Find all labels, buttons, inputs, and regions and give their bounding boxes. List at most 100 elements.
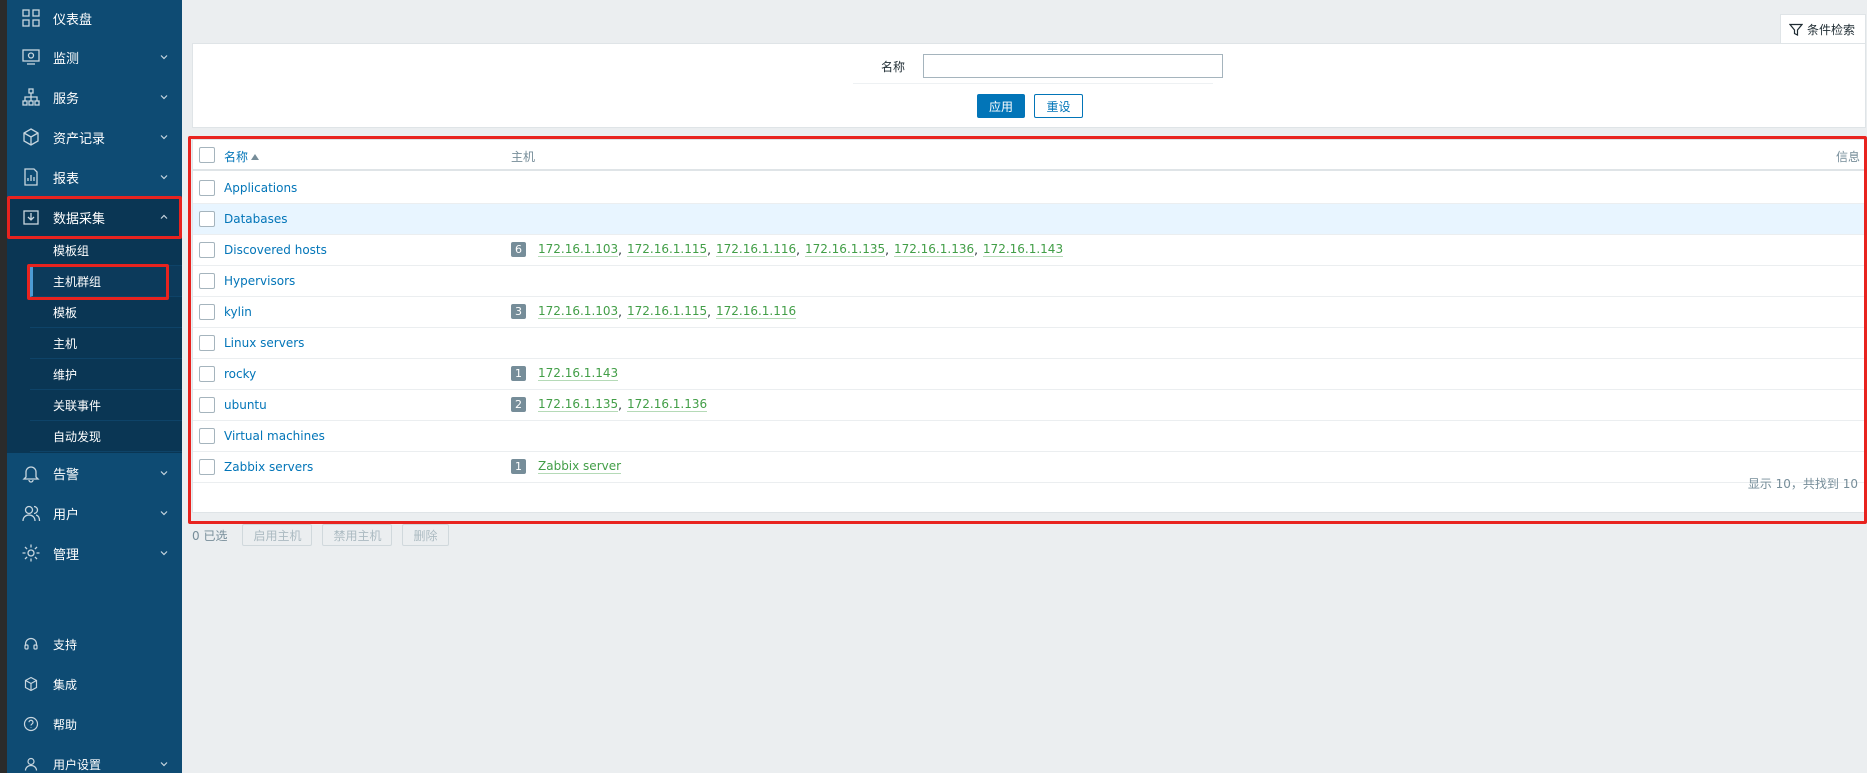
host-link[interactable]: 172.16.1.116	[715, 242, 797, 257]
row-checkbox[interactable]	[199, 273, 215, 289]
table-row: rocky 1 172.16.1.143	[193, 359, 1864, 390]
host-link[interactable]: 172.16.1.143	[538, 366, 619, 381]
host-group-name-link[interactable]: Databases	[224, 212, 288, 226]
submenu-event-correlation-label: 关联事件	[53, 398, 102, 413]
nav-monitoring-label: 监测	[53, 51, 80, 67]
host-group-name-link[interactable]: Hypervisors	[224, 274, 295, 288]
nav-help[interactable]: 帮助	[7, 706, 182, 742]
submenu-templates[interactable]: 模板	[30, 297, 182, 328]
host-group-name-link[interactable]: kylin	[224, 305, 252, 319]
column-info-header: 信息	[1835, 150, 1860, 164]
nav-administration-label: 管理	[53, 547, 80, 563]
reset-button[interactable]: 重设	[1034, 94, 1083, 118]
host-group-name-link[interactable]: Discovered hosts	[224, 243, 327, 257]
submenu-template-groups[interactable]: 模板组	[30, 235, 182, 266]
nav-monitoring[interactable]: 监测	[7, 37, 182, 77]
host-count-badge[interactable]: 2	[511, 397, 526, 412]
table-row: Applications	[193, 173, 1864, 204]
host-link[interactable]: Zabbix server	[538, 459, 622, 474]
host-count-badge[interactable]: 6	[511, 242, 526, 257]
nav-users[interactable]: 用户	[7, 493, 182, 533]
submenu-host-groups[interactable]: 主机群组	[30, 266, 182, 297]
row-checkbox[interactable]	[199, 335, 215, 351]
window-edge	[0, 0, 7, 773]
row-checkbox[interactable]	[199, 304, 215, 320]
host-link[interactable]: 172.16.1.115	[626, 304, 708, 319]
select-all-checkbox[interactable]	[199, 147, 215, 163]
nav-user-settings[interactable]: 用户设置	[7, 746, 182, 773]
host-separator: ,	[974, 242, 978, 257]
submenu-hosts[interactable]: 主机	[30, 328, 182, 359]
host-count-badge[interactable]: 1	[511, 459, 526, 474]
hosts-cell: 2 172.16.1.135, 172.16.1.136	[511, 397, 708, 412]
chevron-down-icon	[160, 511, 168, 516]
table-row: Databases	[193, 204, 1864, 235]
host-link[interactable]: 172.16.1.135	[538, 397, 619, 412]
filter-name-input[interactable]	[923, 54, 1223, 78]
submenu-discovery[interactable]: 自动发现	[30, 421, 182, 452]
filter-tab[interactable]: 条件检索	[1780, 14, 1866, 44]
host-link[interactable]: 172.16.1.116	[715, 304, 797, 319]
submenu-event-correlation[interactable]: 关联事件	[30, 390, 182, 421]
host-link[interactable]: 172.16.1.143	[982, 242, 1064, 257]
column-name-header[interactable]: 名称	[224, 148, 260, 165]
hosts-cell: 6 172.16.1.103, 172.16.1.115, 172.16.1.116,…	[511, 242, 1064, 257]
nav-dashboard-label: 仪表盘	[53, 12, 93, 28]
users-icon	[22, 505, 41, 522]
nav-data-collection[interactable]: 数据采集	[7, 197, 182, 237]
disable-hosts-button[interactable]: 禁用主机	[322, 524, 393, 546]
host-count-badge[interactable]: 3	[511, 304, 526, 319]
enable-hosts-button[interactable]: 启用主机	[242, 524, 313, 546]
data-collection-submenu: 模板组 主机群组 模板 主机 维护 关联事件 自动发现	[7, 235, 182, 453]
row-checkbox[interactable]	[199, 242, 215, 258]
row-checkbox[interactable]	[199, 428, 215, 444]
row-checkbox[interactable]	[199, 366, 215, 382]
submenu-maintenance[interactable]: 维护	[30, 359, 182, 390]
submenu-discovery-label: 自动发现	[53, 429, 102, 444]
row-checkbox[interactable]	[199, 459, 215, 475]
nav-services[interactable]: 服务	[7, 77, 182, 117]
host-link[interactable]: 172.16.1.103	[538, 242, 619, 257]
host-group-name-link[interactable]: rocky	[224, 367, 256, 381]
hosts-cell: 1 172.16.1.143	[511, 366, 619, 381]
column-name-label: 名称	[224, 150, 249, 164]
row-checkbox[interactable]	[199, 211, 215, 227]
row-checkbox[interactable]	[199, 180, 215, 196]
nav-dashboard[interactable]: 仪表盘	[7, 0, 182, 38]
hosts-cell: 1 Zabbix server	[511, 459, 622, 474]
chevron-down-icon	[160, 551, 168, 556]
delete-button[interactable]: 删除	[402, 524, 449, 546]
apply-button[interactable]: 应用	[977, 94, 1025, 118]
submenu-maintenance-label: 维护	[53, 367, 78, 382]
host-count-badge[interactable]: 1	[511, 366, 526, 381]
nav-integrations[interactable]: 集成	[7, 666, 182, 702]
host-group-name-link[interactable]: ubuntu	[224, 398, 267, 412]
host-link[interactable]: 172.16.1.103	[538, 304, 619, 319]
submenu-template-groups-label: 模板组	[53, 243, 90, 258]
host-group-name-link[interactable]: Zabbix servers	[224, 460, 313, 474]
nav-alerts[interactable]: 告警	[7, 453, 182, 493]
host-group-name-link[interactable]: Applications	[224, 181, 297, 195]
nav-administration[interactable]: 管理	[7, 533, 182, 573]
host-group-name-link[interactable]: Virtual machines	[224, 429, 325, 443]
table-row: Zabbix servers 1 Zabbix server	[193, 452, 1864, 483]
row-checkbox[interactable]	[199, 397, 215, 413]
host-link[interactable]: 172.16.1.136	[626, 397, 708, 412]
host-group-name-link[interactable]: Linux servers	[224, 336, 304, 350]
nav-reports[interactable]: 报表	[7, 157, 182, 197]
chevron-down-icon	[160, 55, 168, 60]
nav-inventory[interactable]: 资产记录	[7, 117, 182, 157]
nav-support[interactable]: 支持	[7, 626, 182, 662]
host-link[interactable]: 172.16.1.136	[893, 242, 975, 257]
chevron-down-icon	[160, 175, 168, 180]
selected-count: 0 已选	[192, 528, 228, 543]
host-link[interactable]: 172.16.1.115	[626, 242, 708, 257]
nav-users-label: 用户	[53, 507, 80, 523]
filter-tab-label: 条件检索	[1807, 23, 1856, 37]
host-separator: ,	[618, 397, 622, 412]
monitoring-icon	[22, 49, 40, 65]
chevron-down-icon	[160, 135, 168, 140]
host-link[interactable]: 172.16.1.135	[804, 242, 886, 257]
table-row: ubuntu 2 172.16.1.135, 172.16.1.136	[193, 390, 1864, 421]
integrations-icon	[24, 676, 38, 692]
